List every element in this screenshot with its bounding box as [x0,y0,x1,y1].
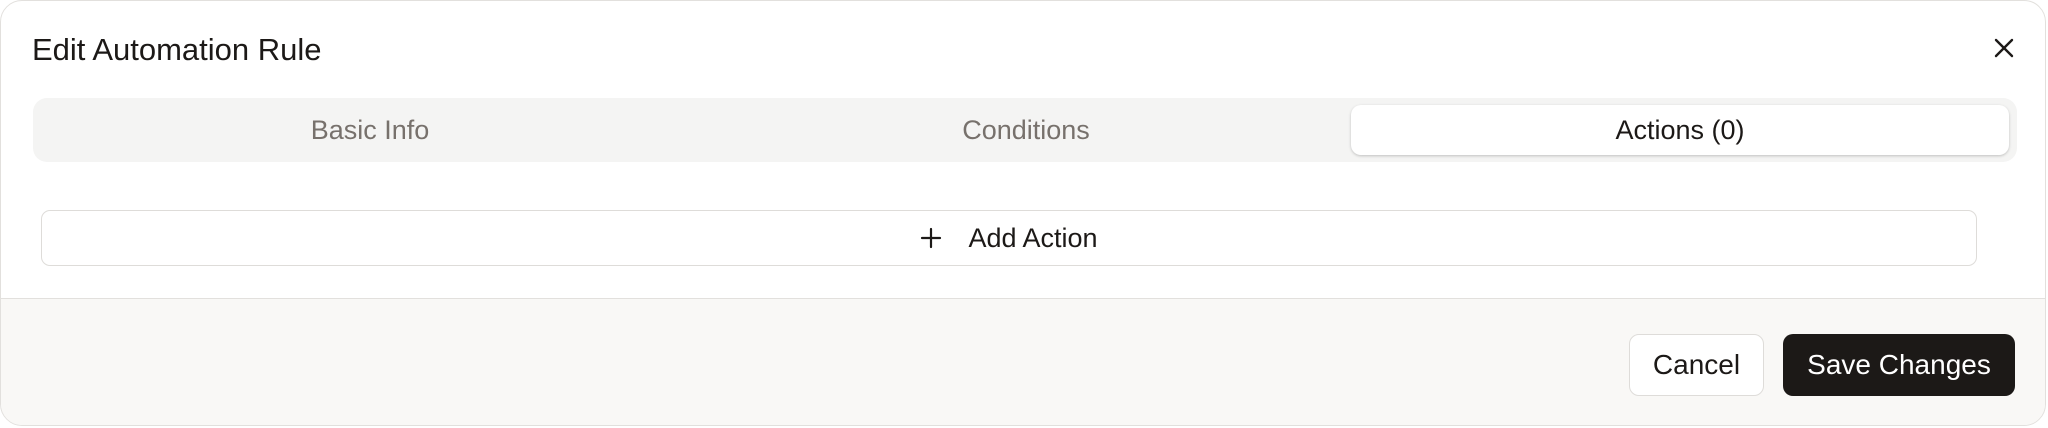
save-changes-button[interactable]: Save Changes [1783,334,2015,396]
plus-icon [920,227,942,249]
tab-list: Basic Info Conditions Actions (0) [33,98,2017,162]
add-action-label: Add Action [968,222,1098,253]
tab-conditions[interactable]: Conditions [697,105,1355,155]
tab-basic-info[interactable]: Basic Info [41,105,699,155]
tab-actions[interactable]: Actions (0) [1351,105,2009,155]
dialog-title: Edit Automation Rule [32,32,322,67]
close-icon [1987,31,2021,65]
dialog-footer: Cancel Save Changes [1,298,2045,425]
add-action-button[interactable]: Add Action [41,210,1977,266]
edit-automation-rule-dialog: Edit Automation Rule Basic Info Conditio… [0,0,2046,426]
cancel-button[interactable]: Cancel [1629,334,1764,396]
close-button[interactable] [1987,31,2021,65]
